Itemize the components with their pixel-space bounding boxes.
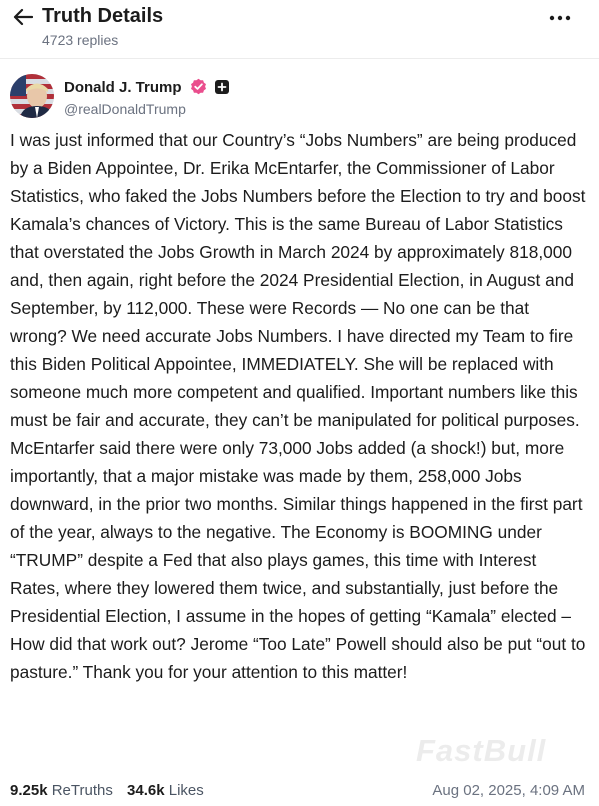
watermark-logo: FastBull <box>416 733 547 768</box>
more-horizontal-icon <box>549 15 571 21</box>
post-timestamp: Aug 02, 2025, 4:09 AM <box>432 782 585 799</box>
author-name[interactable]: Donald J. Trump <box>64 78 230 97</box>
header-divider <box>0 58 599 59</box>
post-author: Donald J. Trump @realDonaldTrump <box>10 74 590 120</box>
retruths-count: 9.25k <box>10 782 48 799</box>
plus-square-badge-icon <box>214 80 229 94</box>
author-handle[interactable]: @realDonaldTrump <box>64 100 186 118</box>
verified-badge-icon <box>190 78 206 95</box>
retruths-stat[interactable]: 9.25k ReTruths <box>10 782 123 799</box>
reply-count: 4723 replies <box>42 32 119 48</box>
author-name-text: Donald J. Trump <box>64 79 182 96</box>
retruths-label: ReTruths <box>51 782 113 799</box>
post-stats: 9.25k ReTruths 34.6k Likes <box>10 781 214 801</box>
likes-stat[interactable]: 34.6k Likes <box>127 782 214 799</box>
post-text: I was just informed that our Country’s “… <box>10 130 586 682</box>
likes-label: Likes <box>168 782 204 799</box>
more-options-button[interactable] <box>547 8 573 28</box>
avatar-image <box>10 74 54 118</box>
page-header: Truth Details 4723 replies <box>0 0 599 56</box>
back-button[interactable] <box>10 5 36 29</box>
avatar[interactable] <box>10 74 54 118</box>
arrow-left-icon <box>13 8 33 26</box>
page-title: Truth Details <box>42 5 164 27</box>
likes-count: 34.6k <box>127 782 165 799</box>
